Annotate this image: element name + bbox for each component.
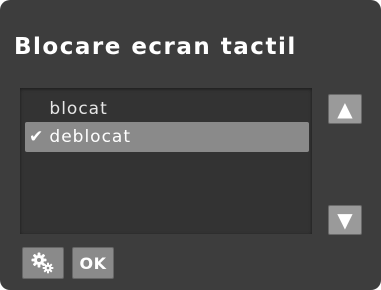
option-deblocat[interactable]: ✔ deblocat [25,122,309,152]
option-label: deblocat [49,127,132,147]
gears-icon [31,252,54,274]
option-blocat[interactable]: blocat [25,94,309,124]
settings-button[interactable] [22,247,64,279]
scroll-down-button[interactable]: ▼ [328,205,362,235]
down-arrow-icon: ▼ [337,208,353,232]
touchscreen-lock-screen: Blocare ecran tactil blocat ✔ deblocat ▲… [0,0,381,290]
ok-button[interactable]: OK [72,247,114,279]
page-title: Blocare ecran tactil [14,34,297,60]
option-label: blocat [49,99,108,119]
ok-label: OK [79,253,107,273]
up-arrow-icon: ▲ [337,97,353,121]
options-list: blocat ✔ deblocat [20,88,312,234]
scroll-up-button[interactable]: ▲ [328,94,362,124]
checkmark-icon: ✔ [29,127,45,147]
